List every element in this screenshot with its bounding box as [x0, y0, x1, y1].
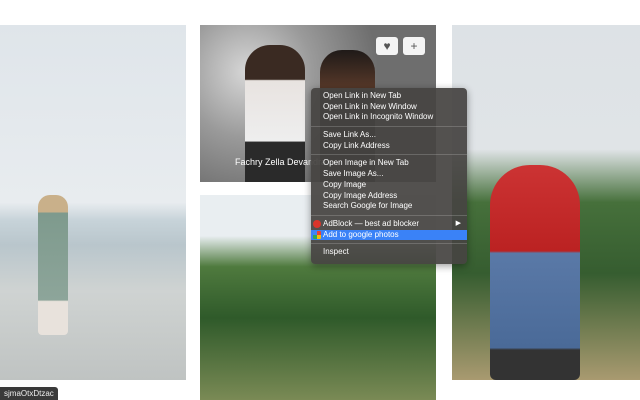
menu-divider: [311, 126, 467, 128]
menu-divider: [311, 243, 467, 245]
google-photos-icon: [313, 230, 321, 239]
menu-save-image-as[interactable]: Save Image As...: [311, 169, 467, 180]
menu-search-google-image[interactable]: Search Google for Image: [311, 201, 467, 212]
submenu-arrow-icon: ▶: [455, 219, 461, 227]
menu-divider: [311, 154, 467, 156]
menu-inspect[interactable]: Inspect: [311, 247, 467, 258]
figure: [38, 195, 68, 335]
menu-copy-image[interactable]: Copy Image: [311, 180, 467, 191]
adblock-icon: [313, 219, 321, 228]
photo-family-hug[interactable]: [452, 25, 640, 380]
menu-copy-link-address[interactable]: Copy Link Address: [311, 141, 467, 152]
context-menu: Open Link in New Tab Open Link in New Wi…: [311, 88, 467, 264]
menu-open-link-incognito[interactable]: Open Link in Incognito Window: [311, 112, 467, 123]
menu-adblock-label: AdBlock — best ad blocker: [323, 218, 420, 228]
add-to-collection-button[interactable]: +: [403, 37, 425, 55]
menu-open-link-new-tab[interactable]: Open Link in New Tab: [311, 91, 467, 102]
status-bar-url: sjmaOtxDtzac: [0, 387, 58, 400]
plus-icon: +: [410, 39, 418, 53]
menu-adblock[interactable]: AdBlock — best ad blocker ▶: [311, 219, 467, 230]
menu-open-link-new-window[interactable]: Open Link in New Window: [311, 102, 467, 113]
menu-open-image-new-tab[interactable]: Open Image in New Tab: [311, 158, 467, 169]
menu-save-link-as[interactable]: Save Link As...: [311, 130, 467, 141]
heart-icon: ♥: [383, 39, 391, 53]
like-button[interactable]: ♥: [376, 37, 398, 55]
menu-copy-image-address[interactable]: Copy Image Address: [311, 191, 467, 202]
menu-add-to-google-photos-label: Add to google photos: [323, 229, 399, 239]
figure: [490, 165, 580, 380]
photo-woman-beach[interactable]: [0, 25, 186, 380]
menu-divider: [311, 214, 467, 216]
menu-add-to-google-photos[interactable]: Add to google photos: [311, 229, 467, 241]
